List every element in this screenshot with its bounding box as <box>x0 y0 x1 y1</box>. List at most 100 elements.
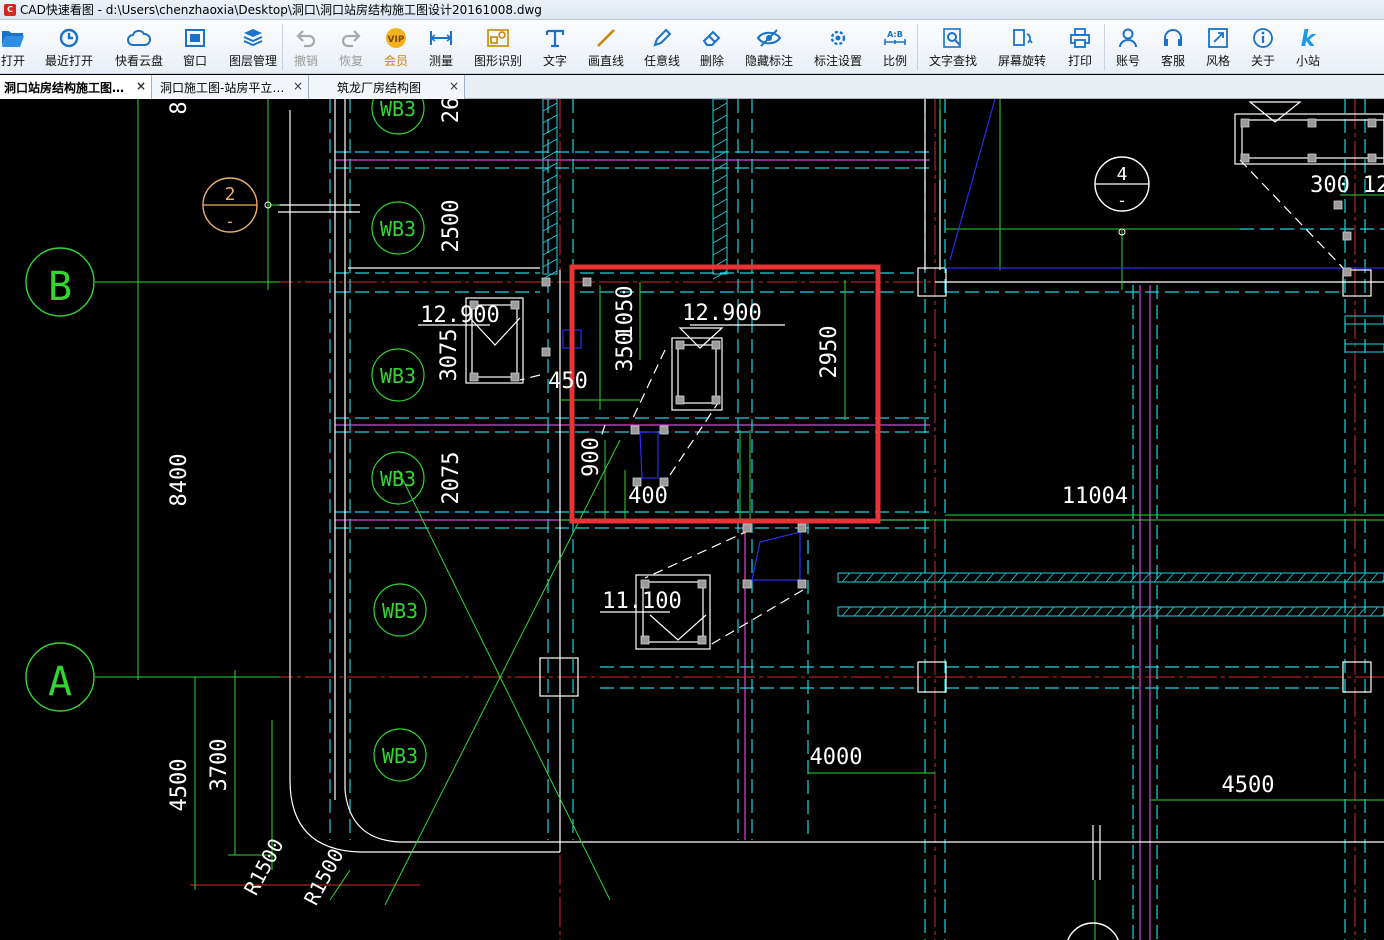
style-button[interactable]: 风格 <box>1195 20 1241 74</box>
grip-square[interactable] <box>510 372 520 382</box>
measure-button[interactable]: 测量 <box>419 20 463 74</box>
grip-square[interactable] <box>697 579 707 589</box>
hatch-stroke <box>542 234 558 244</box>
slab-labels <box>371 99 427 782</box>
grip-square[interactable] <box>1240 118 1250 128</box>
grip-square[interactable] <box>469 372 479 382</box>
hatch-stroke <box>841 572 851 583</box>
eraser-icon <box>700 25 724 51</box>
grip-square[interactable] <box>1333 200 1343 210</box>
delete-button[interactable]: 删除 <box>689 20 735 74</box>
grip-square[interactable] <box>541 277 551 287</box>
about-button[interactable]: 关于 <box>1241 20 1285 74</box>
draw-line-button[interactable]: 画直线 <box>577 20 635 74</box>
grip-square[interactable] <box>640 579 650 589</box>
open-button[interactable]: 打开 <box>0 20 26 74</box>
recent-open-button[interactable]: 最近打开 <box>26 20 112 74</box>
grip-square[interactable] <box>1342 267 1352 277</box>
grip-square[interactable] <box>742 579 752 589</box>
hatch-stroke <box>865 606 875 617</box>
text-button[interactable]: 文字 <box>533 20 577 74</box>
layers-icon <box>241 25 265 51</box>
close-icon[interactable]: × <box>449 79 459 93</box>
axis-bubbles <box>25 156 1150 940</box>
hatch-stroke <box>841 606 851 617</box>
grip-square[interactable] <box>582 277 592 287</box>
grip-square[interactable] <box>797 523 807 533</box>
hatch-stroke <box>1285 572 1295 583</box>
cloud-drive-button[interactable]: 快看云盘 <box>112 20 166 74</box>
hatch-stroke <box>712 162 728 172</box>
close-icon[interactable]: × <box>293 79 303 93</box>
hatch-stroke <box>1213 606 1223 617</box>
grip-square[interactable] <box>711 395 721 405</box>
vip-member-button[interactable]: VIP 会员 <box>373 20 419 74</box>
grip-square[interactable] <box>675 395 685 405</box>
customer-service-button[interactable]: 客服 <box>1151 20 1195 74</box>
tab-document-3[interactable]: 筑龙厂房结构图 × <box>309 75 465 99</box>
svg-text:26: 26 <box>439 99 464 123</box>
find-text-button[interactable]: 文字查找 <box>918 20 988 74</box>
hatch-stroke <box>1009 606 1019 617</box>
hatch-stroke <box>1165 572 1175 583</box>
grip-square[interactable] <box>640 635 650 645</box>
grip-square[interactable] <box>541 347 551 357</box>
hatch-stroke <box>1093 572 1103 583</box>
tab-label: 洞口施工图-站房平立… <box>160 80 285 95</box>
grip-square[interactable] <box>1307 153 1317 163</box>
app-logo-icon: C <box>4 3 16 16</box>
undo-button[interactable]: 撤销 <box>283 20 329 74</box>
hatch-stroke <box>877 572 887 583</box>
hatch-stroke <box>712 270 728 280</box>
shape-recognize-button[interactable]: 图形识别 <box>463 20 533 74</box>
grip-square[interactable] <box>1367 118 1377 128</box>
hatch-stroke <box>949 572 959 583</box>
cad-drawing: B A 2 - 4 - WB3 WB3 WB3 WB3 WB3 WB3 2500… <box>25 99 1384 940</box>
grip-square[interactable] <box>742 523 752 533</box>
svg-text:WB3: WB3 <box>380 217 416 241</box>
hatch-stroke <box>1153 606 1163 617</box>
hatch-stroke <box>712 198 728 208</box>
grip-square[interactable] <box>1240 153 1250 163</box>
account-button[interactable]: 账号 <box>1105 20 1151 74</box>
hatch-stroke <box>1333 572 1343 583</box>
hatch-stroke <box>712 102 728 112</box>
grip-square[interactable] <box>630 425 640 435</box>
grip-square[interactable] <box>797 579 807 589</box>
redo-button[interactable]: 恢复 <box>329 20 373 74</box>
tab-label: 洞口站房结构施工图… <box>4 80 125 95</box>
hatch-stroke <box>1129 572 1139 583</box>
grip-square[interactable] <box>1307 118 1317 128</box>
hatch-stroke <box>1225 572 1235 583</box>
grip-square[interactable] <box>510 300 520 310</box>
grip-square[interactable] <box>675 340 685 350</box>
svg-text:WB3: WB3 <box>382 599 418 623</box>
layer-manager-button[interactable]: 图层管理 <box>224 20 282 74</box>
drawing-canvas[interactable]: B A 2 - 4 - WB3 WB3 WB3 WB3 WB3 WB3 2500… <box>0 99 1384 940</box>
print-button[interactable]: 打印 <box>1056 20 1104 74</box>
free-line-button[interactable]: 任意线 <box>635 20 689 74</box>
dimension-settings-button[interactable]: 标注设置 <box>803 20 873 74</box>
svg-text:2500: 2500 <box>439 200 464 253</box>
cloud-icon <box>126 25 152 51</box>
grip-square[interactable] <box>697 635 707 645</box>
hatch-stroke <box>712 138 728 148</box>
grip-square[interactable] <box>1342 231 1352 241</box>
tab-document-1[interactable]: 洞口站房结构施工图… × <box>0 75 152 99</box>
close-icon[interactable]: × <box>136 79 146 93</box>
window-button[interactable]: 窗口 <box>166 20 224 74</box>
scale-button[interactable]: A:B 比例 <box>873 20 917 74</box>
user-icon <box>1116 25 1140 51</box>
hatch-stroke <box>1057 606 1067 617</box>
hide-dimension-button[interactable]: 隐藏标注 <box>735 20 803 74</box>
tab-document-2[interactable]: 洞口施工图-站房平立… × <box>152 75 309 99</box>
mini-site-button[interactable]: k 小站 <box>1285 20 1331 74</box>
grip-square[interactable] <box>1367 153 1377 163</box>
hatch-stroke <box>925 572 935 583</box>
grip-square[interactable] <box>659 425 669 435</box>
hatch-stroke <box>1249 606 1259 617</box>
axis-label-b: B <box>48 264 72 310</box>
grip-square[interactable] <box>711 340 721 350</box>
screen-rotate-button[interactable]: 屏幕旋转 <box>988 20 1056 74</box>
hatch-stroke <box>542 258 558 268</box>
